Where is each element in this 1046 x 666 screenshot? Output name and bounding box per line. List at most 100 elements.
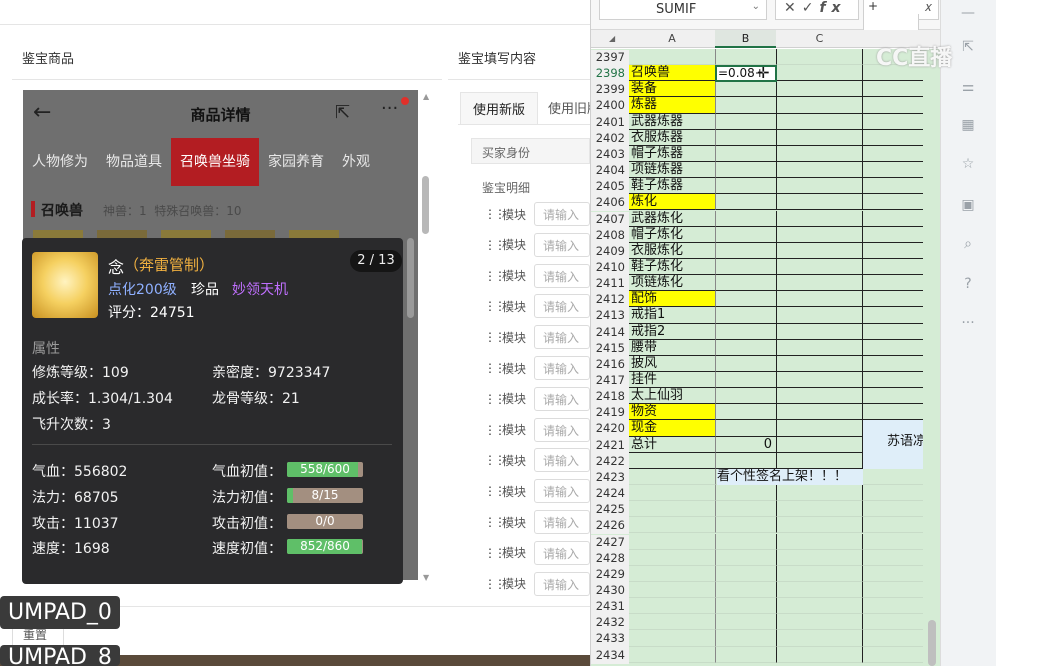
cell-d[interactable] [863,534,923,550]
cell-c[interactable] [776,210,863,227]
cancel-icon[interactable]: ✕ [784,0,802,16]
row-number[interactable]: 2405 [591,179,629,196]
cell-c[interactable] [776,581,863,599]
cell-c[interactable] [776,501,863,518]
cell-d[interactable] [863,81,923,98]
cell-a[interactable]: 戒指2 [629,324,715,340]
row-number[interactable]: 2416 [591,356,629,373]
cell-b[interactable] [715,485,776,502]
cell-a[interactable]: 物资 [629,404,715,421]
star-icon[interactable]: ☆ [959,155,977,173]
cell-d[interactable] [863,598,923,615]
cell-d[interactable] [863,291,923,308]
row-number[interactable]: 2417 [591,373,629,390]
cell-c[interactable] [776,436,863,453]
cell-b[interactable] [715,291,776,308]
cell-c[interactable] [776,275,863,292]
cell-c[interactable] [776,355,863,372]
cell-d[interactable] [863,404,923,421]
cell-d[interactable] [863,614,923,631]
cell-d[interactable] [863,211,923,227]
cell-a[interactable] [629,501,715,518]
cell-a[interactable]: 鞋子炼化 [629,259,715,276]
module-input[interactable]: 请输入 [534,232,590,257]
cell-c[interactable] [776,517,863,534]
module-input[interactable]: 请输入 [534,294,590,319]
cell-b[interactable] [715,404,776,421]
cell-c[interactable] [776,291,863,308]
cell-a[interactable]: 总计 [629,437,715,453]
cell-c[interactable] [776,113,863,130]
module-input[interactable]: 请输入 [534,571,590,596]
cell-d[interactable] [863,517,923,534]
row-number[interactable]: 2400 [591,98,629,115]
row-number[interactable]: 2398 [591,66,629,83]
cell-c[interactable] [776,404,863,421]
cell-d[interactable] [863,146,923,163]
cell-a[interactable] [629,453,715,469]
row-number[interactable]: 2407 [591,211,629,228]
row-number[interactable]: 2418 [591,389,629,406]
cell-b[interactable] [715,533,776,550]
cell-a[interactable]: 武器炼器 [629,114,715,130]
cell-b[interactable] [715,113,776,130]
row-number[interactable]: 2423 [591,469,629,487]
col-a-header[interactable]: A [629,32,715,45]
row-number[interactable]: 2412 [591,292,629,309]
cell-d[interactable] [863,372,923,389]
cell-c[interactable] [776,145,863,163]
cell-c[interactable] [776,452,863,469]
row-number[interactable]: 2399 [591,82,629,99]
cell-b[interactable] [715,581,776,599]
category-tab-2[interactable]: 召唤兽坐骑 [171,138,259,186]
module-input[interactable]: 请输入 [534,479,590,504]
cell-d[interactable] [863,162,923,179]
module-input[interactable]: 请输入 [534,386,590,411]
cell-d[interactable] [863,307,923,324]
row-number[interactable]: 2421 [591,437,629,454]
row-number[interactable]: 2403 [591,146,629,164]
cell-c[interactable] [776,339,863,356]
card-scrollbar[interactable] [407,238,414,318]
row-number[interactable]: 2408 [591,227,629,244]
row-number[interactable]: 2401 [591,114,629,131]
cell-b[interactable] [715,355,776,372]
cell-c[interactable] [776,533,863,550]
cell-c[interactable] [776,65,863,82]
drag-handle-icon[interactable]: ⋮⋮ [484,546,506,560]
cell-d[interactable] [863,130,923,146]
row-number[interactable]: 2415 [591,340,629,357]
cell-a[interactable] [629,49,715,66]
cell-c[interactable] [776,258,863,276]
cell-b[interactable] [715,49,776,66]
col-b-header[interactable]: B [715,30,776,48]
row-number[interactable]: 2426 [591,518,629,535]
cell-a[interactable]: 装备 [629,81,715,98]
row-number[interactable]: 2409 [591,243,629,260]
module-input[interactable]: 请输入 [534,448,590,473]
row-number[interactable]: 2406 [591,195,629,212]
cell-b[interactable] [715,372,776,389]
cell-c[interactable] [776,129,863,146]
cell-d[interactable] [863,114,923,130]
cell-b[interactable] [715,339,776,356]
drag-handle-icon[interactable]: ⋮⋮ [484,269,506,283]
cell-b[interactable] [715,614,776,631]
cell-a[interactable]: 衣服炼器 [629,130,715,146]
cell-a[interactable]: 鞋子炼器 [629,178,715,195]
cell-a[interactable] [629,598,715,615]
cell-a[interactable]: 炼器 [629,97,715,114]
cell-b[interactable] [715,452,776,469]
cell-a[interactable] [629,566,715,582]
row-number[interactable]: 2414 [591,324,629,341]
pointer-icon[interactable]: ⇱ [959,38,977,56]
cell-c[interactable] [776,388,863,405]
cell-d[interactable] [863,647,923,663]
cell-a[interactable]: 炼化 [629,194,715,211]
row-number[interactable]: 2402 [591,130,629,147]
module-input[interactable]: 请输入 [534,540,590,565]
cell-a[interactable] [629,614,715,631]
module-input[interactable]: 请输入 [534,417,590,442]
function-icon[interactable]: fx [819,0,846,16]
drag-handle-icon[interactable]: ⋮⋮ [484,392,506,406]
